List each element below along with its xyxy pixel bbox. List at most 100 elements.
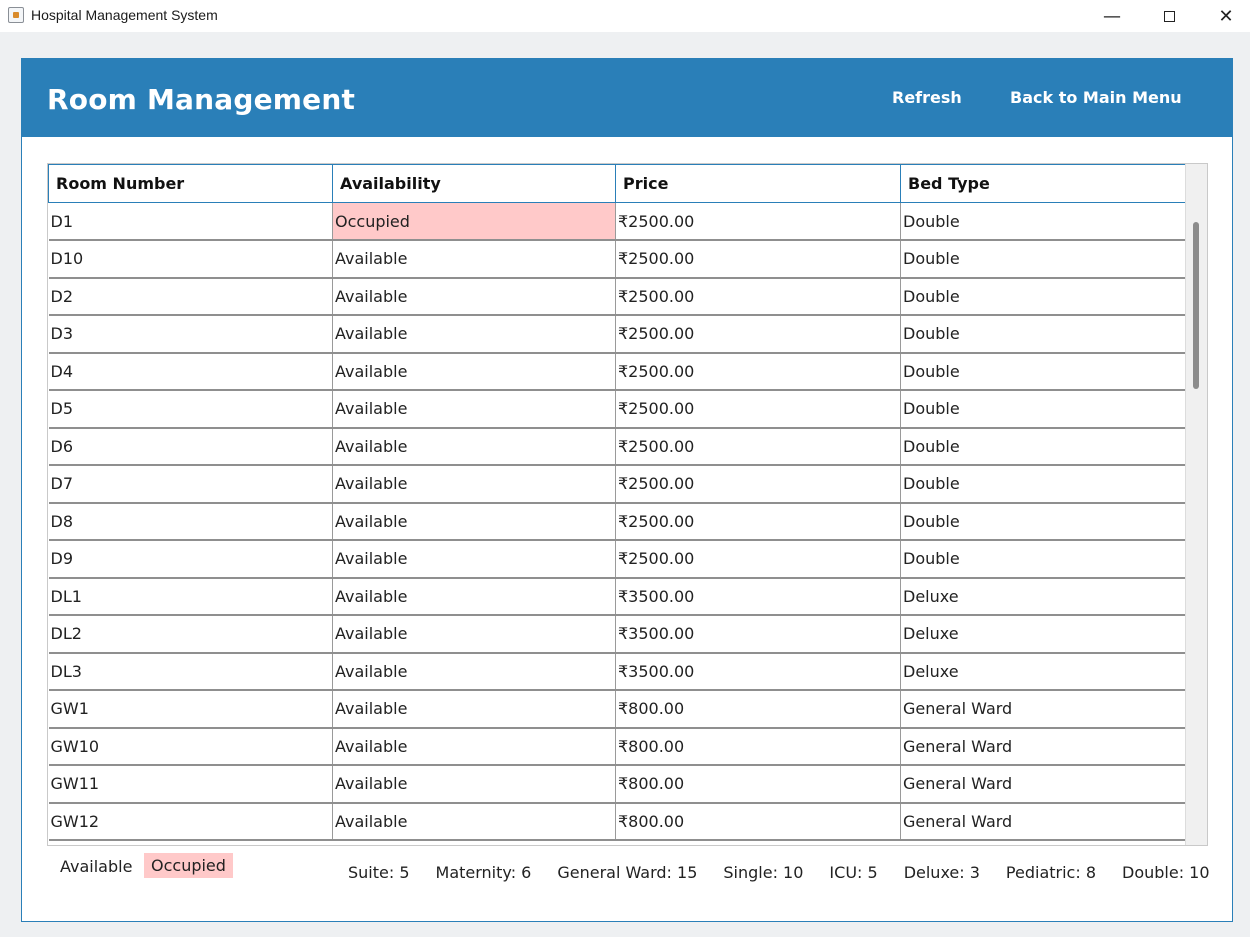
column-header-room-number[interactable]: Room Number bbox=[48, 164, 333, 203]
cell-price[interactable]: ₹3500.00 bbox=[615, 615, 901, 654]
cell-bed-type[interactable]: Double bbox=[900, 240, 1186, 279]
cell-room-number[interactable]: D2 bbox=[48, 277, 333, 316]
cell-room-number[interactable]: DL2 bbox=[48, 615, 333, 654]
cell-price[interactable]: ₹2500.00 bbox=[615, 315, 901, 354]
cell-room-number[interactable]: D10 bbox=[48, 240, 333, 279]
cell-availability[interactable]: Available bbox=[332, 727, 616, 766]
table-row[interactable]: D9 Available ₹2500.00 Double bbox=[48, 540, 1186, 579]
table-row[interactable]: D7 Available ₹2500.00 Double bbox=[48, 465, 1186, 504]
vertical-scrollbar[interactable] bbox=[1185, 164, 1207, 845]
table-row[interactable]: D3 Available ₹2500.00 Double bbox=[48, 315, 1186, 354]
cell-bed-type[interactable]: Double bbox=[900, 502, 1186, 541]
table-row[interactable]: D4 Available ₹2500.00 Double bbox=[48, 352, 1186, 391]
cell-bed-type[interactable]: Double bbox=[900, 277, 1186, 316]
table-row[interactable]: DL3 Available ₹3500.00 Deluxe bbox=[48, 652, 1186, 691]
cell-bed-type[interactable]: Double bbox=[900, 465, 1186, 504]
cell-bed-type[interactable]: Deluxe bbox=[900, 577, 1186, 616]
cell-price[interactable]: ₹800.00 bbox=[615, 727, 901, 766]
cell-availability[interactable]: Available bbox=[332, 502, 616, 541]
table-row[interactable]: D6 Available ₹2500.00 Double bbox=[48, 427, 1186, 466]
cell-availability[interactable]: Available bbox=[332, 427, 616, 466]
cell-room-number[interactable]: D3 bbox=[48, 315, 333, 354]
cell-price[interactable]: ₹2500.00 bbox=[615, 540, 901, 579]
cell-price[interactable]: ₹2500.00 bbox=[615, 352, 901, 391]
column-header-price[interactable]: Price bbox=[615, 164, 901, 203]
cell-room-number[interactable]: D9 bbox=[48, 540, 333, 579]
cell-bed-type[interactable]: General Ward bbox=[900, 690, 1186, 729]
cell-availability[interactable]: Available bbox=[332, 765, 616, 804]
column-header-availability[interactable]: Availability bbox=[332, 164, 616, 203]
table-row[interactable]: D1 Occupied ₹2500.00 Double bbox=[48, 202, 1186, 241]
cell-room-number[interactable]: D6 bbox=[48, 427, 333, 466]
cell-room-number[interactable]: DL1 bbox=[48, 577, 333, 616]
cell-availability[interactable]: Available bbox=[332, 802, 616, 841]
cell-bed-type[interactable]: Double bbox=[900, 540, 1186, 579]
cell-availability[interactable]: Available bbox=[332, 540, 616, 579]
cell-availability[interactable]: Available bbox=[332, 277, 616, 316]
scrollbar-thumb[interactable] bbox=[1193, 222, 1199, 389]
cell-room-number[interactable]: DL3 bbox=[48, 652, 333, 691]
cell-price[interactable]: ₹3500.00 bbox=[615, 652, 901, 691]
cell-bed-type[interactable]: Deluxe bbox=[900, 615, 1186, 654]
cell-room-number[interactable]: GW1 bbox=[48, 690, 333, 729]
table-header-row: Room Number Availability Price Bed Type bbox=[48, 164, 1186, 203]
cell-price[interactable]: ₹2500.00 bbox=[615, 427, 901, 466]
cell-availability[interactable]: Available bbox=[332, 577, 616, 616]
cell-availability[interactable]: Available bbox=[332, 315, 616, 354]
cell-availability[interactable]: Available bbox=[332, 240, 616, 279]
cell-availability[interactable]: Available bbox=[332, 690, 616, 729]
table-row[interactable]: GW12 Available ₹800.00 General Ward bbox=[48, 802, 1186, 841]
column-header-bed-type[interactable]: Bed Type bbox=[900, 164, 1186, 203]
cell-price[interactable]: ₹800.00 bbox=[615, 765, 901, 804]
cell-room-number[interactable]: D4 bbox=[48, 352, 333, 391]
cell-price[interactable]: ₹800.00 bbox=[615, 802, 901, 841]
cell-bed-type[interactable]: Double bbox=[900, 315, 1186, 354]
cell-price[interactable]: ₹2500.00 bbox=[615, 202, 901, 241]
cell-price[interactable]: ₹800.00 bbox=[615, 690, 901, 729]
cell-price[interactable]: ₹2500.00 bbox=[615, 240, 901, 279]
table-row[interactable]: GW1 Available ₹800.00 General Ward bbox=[48, 690, 1186, 729]
cell-room-number[interactable]: GW10 bbox=[48, 727, 333, 766]
maximize-button[interactable] bbox=[1139, 0, 1199, 32]
cell-price[interactable]: ₹3500.00 bbox=[615, 577, 901, 616]
cell-availability[interactable]: Available bbox=[332, 352, 616, 391]
cell-room-number[interactable]: D7 bbox=[48, 465, 333, 504]
refresh-button[interactable]: Refresh bbox=[892, 88, 962, 107]
cell-room-number[interactable]: D5 bbox=[48, 390, 333, 429]
page-title: Room Management bbox=[47, 83, 356, 116]
cell-bed-type[interactable]: General Ward bbox=[900, 727, 1186, 766]
cell-availability[interactable]: Available bbox=[332, 390, 616, 429]
cell-bed-type[interactable]: Double bbox=[900, 202, 1186, 241]
rooms-table: Room Number Availability Price Bed Type … bbox=[48, 164, 1186, 841]
cell-room-number[interactable]: GW12 bbox=[48, 802, 333, 841]
cell-bed-type[interactable]: General Ward bbox=[900, 802, 1186, 841]
cell-availability[interactable]: Available bbox=[332, 465, 616, 504]
cell-bed-type[interactable]: General Ward bbox=[900, 765, 1186, 804]
cell-price[interactable]: ₹2500.00 bbox=[615, 502, 901, 541]
cell-availability[interactable]: Available bbox=[332, 652, 616, 691]
back-to-main-menu-button[interactable]: Back to Main Menu bbox=[1010, 88, 1182, 107]
table-row[interactable]: D5 Available ₹2500.00 Double bbox=[48, 390, 1186, 429]
table-row[interactable]: GW11 Available ₹800.00 General Ward bbox=[48, 765, 1186, 804]
table-row[interactable]: D8 Available ₹2500.00 Double bbox=[48, 502, 1186, 541]
cell-room-number[interactable]: D8 bbox=[48, 502, 333, 541]
cell-bed-type[interactable]: Double bbox=[900, 390, 1186, 429]
table-row[interactable]: DL2 Available ₹3500.00 Deluxe bbox=[48, 615, 1186, 654]
table-row[interactable]: DL1 Available ₹3500.00 Deluxe bbox=[48, 577, 1186, 616]
cell-price[interactable]: ₹2500.00 bbox=[615, 465, 901, 504]
table-row[interactable]: D2 Available ₹2500.00 Double bbox=[48, 277, 1186, 316]
table-row[interactable]: GW10 Available ₹800.00 General Ward bbox=[48, 727, 1186, 766]
table-row[interactable]: D10 Available ₹2500.00 Double bbox=[48, 240, 1186, 279]
rooms-table-container[interactable]: Room Number Availability Price Bed Type … bbox=[47, 163, 1208, 846]
cell-bed-type[interactable]: Deluxe bbox=[900, 652, 1186, 691]
close-button[interactable]: ✕ bbox=[1196, 0, 1250, 32]
cell-bed-type[interactable]: Double bbox=[900, 352, 1186, 391]
cell-price[interactable]: ₹2500.00 bbox=[615, 390, 901, 429]
cell-availability[interactable]: Occupied bbox=[332, 202, 616, 241]
cell-room-number[interactable]: GW11 bbox=[48, 765, 333, 804]
cell-bed-type[interactable]: Double bbox=[900, 427, 1186, 466]
cell-room-number[interactable]: D1 bbox=[48, 202, 333, 241]
cell-price[interactable]: ₹2500.00 bbox=[615, 277, 901, 316]
cell-availability[interactable]: Available bbox=[332, 615, 616, 654]
minimize-button[interactable]: — bbox=[1082, 0, 1142, 32]
